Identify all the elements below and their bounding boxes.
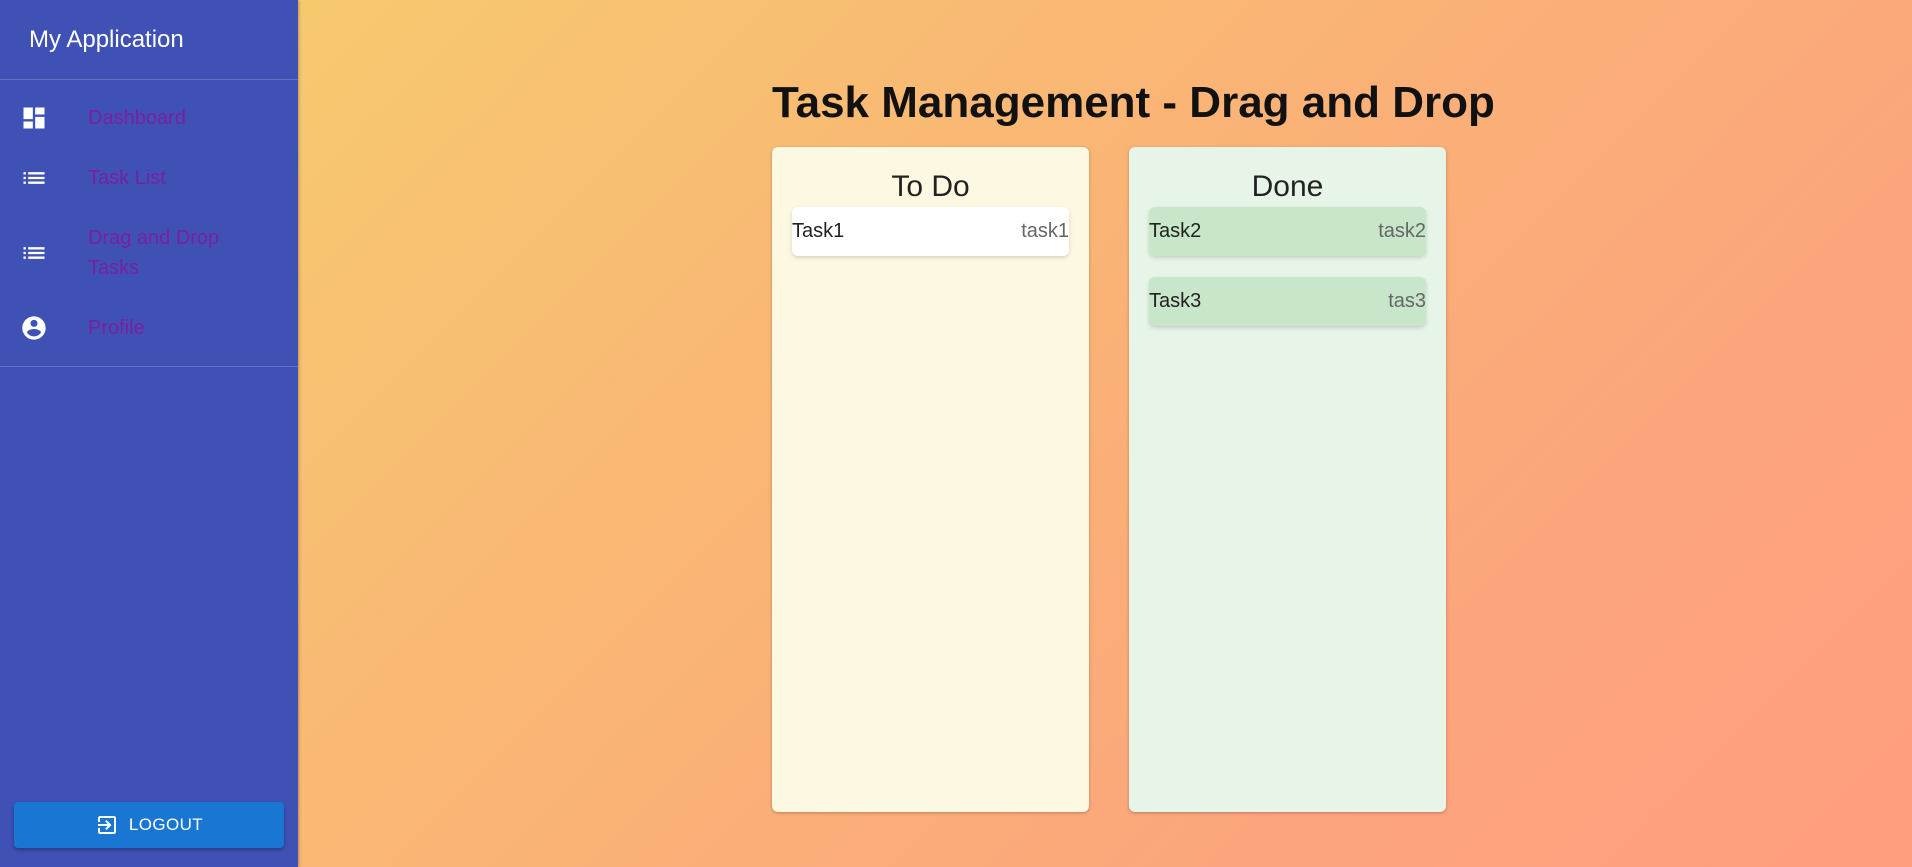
task-title: Task2 [1149, 220, 1202, 242]
task-card[interactable]: Task2 task2 [1149, 207, 1426, 256]
column-title: Done [1251, 170, 1324, 203]
account-circle-icon [20, 314, 48, 342]
app-title: My Application [0, 0, 298, 80]
dashboard-icon [20, 104, 48, 132]
logout-button[interactable]: LOGOUT [14, 802, 284, 848]
logout-label: LOGOUT [128, 815, 204, 834]
task-list: Task2 task2 Task3 tas3 [1129, 207, 1446, 326]
sidebar-item-profile[interactable]: Profile [0, 298, 298, 358]
sidebar-item-drag-and-drop-tasks[interactable]: Drag and Drop Tasks [0, 208, 298, 298]
sidebar-item-label: Task List [88, 167, 166, 189]
sidebar-nav: Dashboard Task List Drag and Drop Tasks … [0, 80, 298, 367]
done-column[interactable]: Done Task2 task2 Task3 tas3 [1129, 147, 1446, 812]
sidebar: My Application Dashboard Task List Drag … [0, 0, 298, 867]
list-icon [20, 239, 48, 267]
todo-column[interactable]: To Do Task1 task1 [772, 147, 1089, 812]
task-description: task2 [1378, 220, 1426, 242]
task-description: tas3 [1388, 290, 1426, 312]
logout-icon [97, 816, 116, 834]
list-icon [20, 164, 48, 192]
sidebar-item-label: Dashboard [88, 107, 186, 129]
task-list: Task1 task1 [772, 207, 1089, 256]
task-description: task1 [1021, 220, 1069, 242]
sidebar-item-dashboard[interactable]: Dashboard [0, 88, 298, 148]
task-title: Task1 [792, 220, 845, 242]
task-card[interactable]: Task1 task1 [792, 207, 1069, 256]
sidebar-item-label: Profile [88, 317, 145, 339]
column-title: To Do [891, 170, 970, 203]
page-title: Task Management - Drag and Drop [772, 78, 1495, 127]
sidebar-item-label: Drag and Drop Tasks [88, 227, 220, 279]
sidebar-item-task-list[interactable]: Task List [0, 148, 298, 208]
task-title: Task3 [1149, 290, 1202, 312]
task-card[interactable]: Task3 tas3 [1149, 277, 1426, 326]
